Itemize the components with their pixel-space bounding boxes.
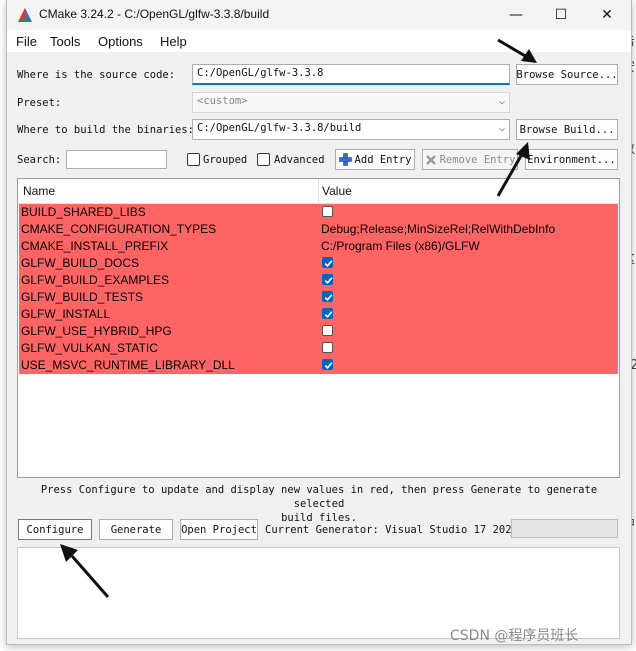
table-row[interactable]: BUILD_SHARED_LIBS (19, 204, 618, 221)
chevron-down-icon: ⌵ (498, 96, 505, 107)
generate-button[interactable]: Generate (99, 519, 173, 540)
cell-name: GLFW_BUILD_TESTS (21, 290, 144, 304)
maximize-icon: ☐ (554, 7, 568, 23)
table-row[interactable]: CMAKE_INSTALL_PREFIX C:/Program Files (x8… (19, 238, 618, 255)
remove-icon (425, 154, 436, 165)
build-path-combobox[interactable]: C:/OpenGL/glfw-3.3.8/build ⌵ (192, 119, 510, 140)
environment-button[interactable]: Environment... (525, 149, 618, 170)
value-checkbox[interactable] (322, 342, 333, 353)
build-label: Where to build the binaries: (17, 124, 195, 136)
table-row[interactable]: GLFW_BUILD_TESTS (19, 289, 618, 306)
column-header-name[interactable]: Name (23, 184, 55, 198)
plus-icon (338, 153, 352, 166)
cell-name: GLFW_USE_HYBRID_HPG (21, 324, 172, 338)
table-row[interactable]: GLFW_USE_HYBRID_HPG (19, 323, 618, 340)
source-label: Where is the source code: (17, 69, 176, 81)
table-row[interactable]: GLFW_BUILD_DOCS (19, 255, 618, 272)
menu-file[interactable]: File (16, 34, 37, 49)
advanced-checkbox[interactable] (257, 153, 270, 166)
cell-name: GLFW_BUILD_EXAMPLES (21, 273, 170, 287)
cmake-logo-icon (18, 8, 32, 22)
cell-name: GLFW_BUILD_DOCS (21, 256, 140, 270)
chevron-down-icon: ⌵ (498, 123, 505, 134)
cell-value[interactable]: C:/Program Files (x86)/GLFW (321, 239, 480, 253)
preset-label: Preset: (17, 97, 62, 109)
hint-line-1: Press Configure to update and display ne… (40, 484, 598, 510)
value-checkbox[interactable] (322, 274, 333, 285)
value-checkbox[interactable] (322, 206, 333, 217)
current-generator-text: Current Generator: Visual Studio 17 2022 (265, 524, 518, 536)
checkmark-icon (324, 294, 333, 301)
cell-name: GLFW_VULKAN_STATIC (21, 341, 158, 355)
minimize-icon: — (509, 7, 523, 23)
column-header-value[interactable]: Value (322, 184, 352, 198)
preset-value: <custom> (197, 95, 248, 107)
window-title: CMake 3.24.2 - C:/OpenGL/glfw-3.3.8/buil… (39, 7, 270, 21)
minimize-button[interactable]: — (493, 0, 539, 30)
cell-name: GLFW_INSTALL (21, 307, 111, 321)
close-icon: ✕ (601, 7, 613, 23)
cell-value[interactable]: Debug;Release;MinSizeRel;RelWithDebInfo (321, 222, 555, 236)
table-row[interactable]: GLFW_VULKAN_STATIC (19, 340, 618, 357)
column-divider[interactable] (318, 179, 319, 203)
value-checkbox[interactable] (322, 359, 333, 370)
annotation-arrow-icon (496, 142, 530, 197)
value-checkbox[interactable] (322, 291, 333, 302)
value-checkbox[interactable] (322, 308, 333, 319)
menu-tools[interactable]: Tools (50, 34, 80, 49)
browse-build-button[interactable]: Browse Build... (516, 119, 618, 140)
build-path-value: C:/OpenGL/glfw-3.3.8/build (197, 122, 362, 134)
checkmark-icon (324, 260, 333, 267)
menu-options[interactable]: Options (98, 34, 143, 49)
value-checkbox[interactable] (322, 257, 333, 268)
checkmark-icon (324, 277, 333, 284)
cell-name: CMAKE_CONFIGURATION_TYPES (21, 222, 217, 236)
table-row[interactable]: GLFW_BUILD_EXAMPLES (19, 272, 618, 289)
advanced-label: Advanced (274, 154, 325, 166)
add-entry-button[interactable]: Add Entry (335, 149, 415, 170)
watermark: CSDN @程序员班长 (450, 628, 579, 644)
open-project-button[interactable]: Open Project (180, 519, 258, 540)
cell-name: BUILD_SHARED_LIBS (21, 205, 146, 219)
annotation-arrow-icon (497, 38, 537, 63)
menu-help[interactable]: Help (160, 34, 187, 49)
checkmark-icon (324, 362, 333, 369)
cell-name: USE_MSVC_RUNTIME_LIBRARY_DLL (21, 358, 235, 372)
browse-source-button[interactable]: Browse Source... (516, 64, 618, 85)
cell-name: CMAKE_INSTALL_PREFIX (21, 239, 169, 253)
configure-button[interactable]: Configure (18, 519, 92, 540)
checkmark-icon (324, 311, 333, 318)
search-input[interactable] (66, 150, 167, 169)
grouped-label: Grouped (203, 154, 248, 166)
maximize-button[interactable]: ☐ (538, 0, 584, 30)
progress-bar (511, 519, 618, 538)
table-row[interactable]: CMAKE_CONFIGURATION_TYPES Debug;Release;M… (19, 221, 618, 238)
table-row[interactable]: USE_MSVC_RUNTIME_LIBRARY_DLL (19, 357, 618, 374)
preset-select[interactable]: <custom> ⌵ (192, 92, 510, 113)
cache-table: Name Value BUILD_SHARED_LIBS CMAKE_CONFIG… (17, 178, 620, 478)
search-label: Search: (17, 154, 62, 166)
value-checkbox[interactable] (322, 325, 333, 336)
source-path-input[interactable]: C:/OpenGL/glfw-3.3.8 (192, 64, 510, 85)
add-entry-label: Add Entry (354, 153, 412, 166)
title-bar: CMake 3.24.2 - C:/OpenGL/glfw-3.3.8/buil… (7, 0, 631, 30)
table-row[interactable]: GLFW_INSTALL (19, 306, 618, 323)
grouped-checkbox[interactable] (187, 153, 200, 166)
close-button[interactable]: ✕ (584, 0, 630, 30)
annotation-arrow-icon (60, 544, 110, 598)
